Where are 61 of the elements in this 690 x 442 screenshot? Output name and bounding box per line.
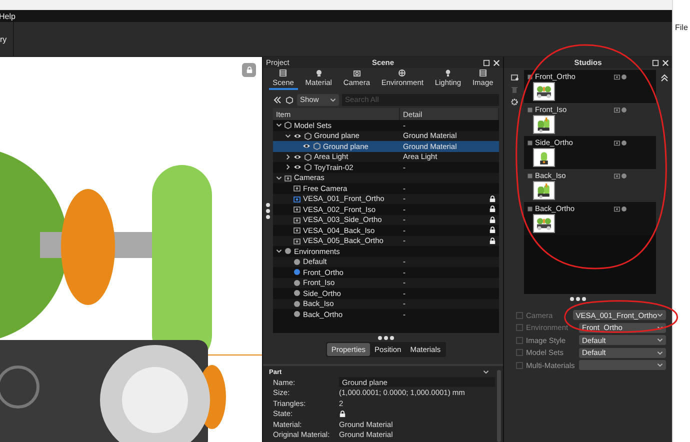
bulb-icon <box>444 69 452 77</box>
globe-icon <box>398 69 406 77</box>
collapse-icon <box>273 96 282 104</box>
camera-icon <box>284 174 292 182</box>
lock-icon <box>246 66 252 74</box>
lock-button[interactable] <box>242 63 256 77</box>
checkbox[interactable] <box>516 349 523 356</box>
camera-icon <box>293 226 301 234</box>
checkbox[interactable] <box>516 336 523 344</box>
camera-icon <box>293 216 301 224</box>
lock-icon <box>489 194 496 203</box>
train-thumbnail <box>533 82 555 101</box>
eye-icon <box>293 132 302 140</box>
pager-dots[interactable] <box>378 336 394 340</box>
lock-icon <box>489 205 496 214</box>
add-icon <box>510 74 518 82</box>
train-thumbnail <box>533 115 555 134</box>
camera-icon <box>352 69 361 77</box>
globe-icon <box>621 172 627 178</box>
checkbox[interactable] <box>516 362 523 369</box>
globe-icon <box>621 140 627 146</box>
eye-icon <box>293 152 302 161</box>
close-icon <box>662 58 669 66</box>
menu-item[interactable]: Help <box>0 12 16 20</box>
toolbar-label[interactable]: ry <box>0 22 14 56</box>
globe-icon <box>621 206 627 212</box>
lock-icon <box>339 410 346 418</box>
camera-icon <box>614 140 620 146</box>
lock-icon <box>489 226 496 234</box>
pager-dots[interactable] <box>570 297 586 301</box>
camera-icon <box>293 236 301 245</box>
float-icon <box>652 58 659 66</box>
camera-icon <box>614 106 620 112</box>
setting-dropdown[interactable] <box>579 360 666 370</box>
ball-icon <box>314 69 323 77</box>
camera-icon <box>614 74 620 80</box>
camera-icon <box>614 172 620 178</box>
settings-icon <box>510 98 518 106</box>
globe-icon <box>621 106 627 112</box>
chevron-up-icon <box>660 74 668 82</box>
eye-icon <box>293 163 302 172</box>
float-icon <box>483 58 490 66</box>
caret-icon <box>276 248 282 254</box>
menu-item[interactable]: File <box>673 23 688 32</box>
train-thumbnail <box>533 181 555 200</box>
close-icon <box>493 58 500 66</box>
camera-icon <box>614 206 620 212</box>
globe-icon <box>621 74 627 80</box>
cube-icon <box>285 96 294 104</box>
train-thumbnail <box>533 214 555 233</box>
cube-icon <box>284 121 292 130</box>
train-thumbnail <box>533 148 555 167</box>
trash-icon <box>510 86 518 94</box>
eye-icon <box>302 142 311 150</box>
lock-icon <box>489 216 496 224</box>
camera-icon <box>293 184 301 192</box>
caret-icon <box>483 369 489 375</box>
lock-icon <box>489 236 496 245</box>
camera-icon <box>293 194 301 203</box>
caret-icon <box>330 96 336 102</box>
camera-icon <box>293 205 301 214</box>
